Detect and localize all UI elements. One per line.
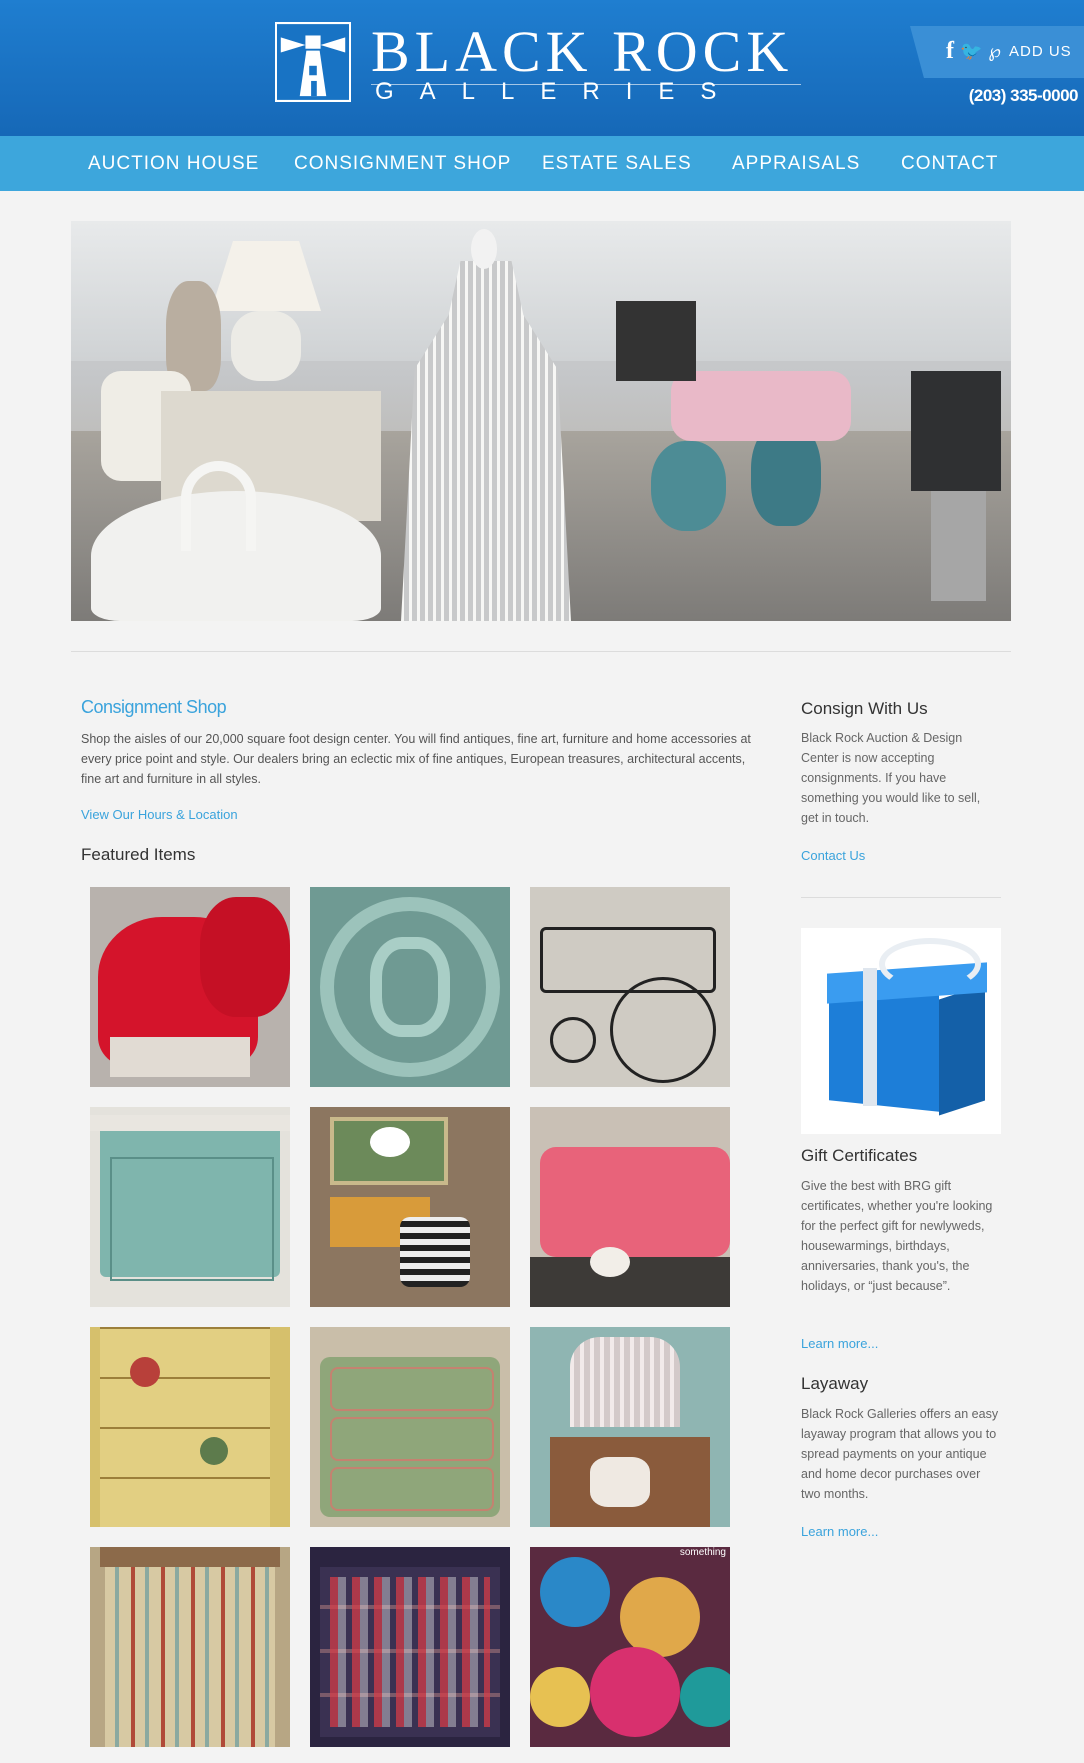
consign-description: Black Rock Auction & Design Center is no…	[801, 731, 981, 825]
featured-item-red-chairs[interactable]	[90, 887, 290, 1087]
nav-item-contact[interactable]: CONTACT	[901, 136, 998, 191]
facebook-icon[interactable]: f	[946, 38, 954, 65]
featured-item-coral-birdcage[interactable]	[530, 1327, 730, 1527]
section-description: Shop the aisles of our 20,000 square foo…	[81, 732, 751, 786]
gift-learn-more-link[interactable]: Learn more...	[801, 1336, 1001, 1351]
layaway-learn-more-link[interactable]: Learn more...	[801, 1524, 1001, 1539]
twitter-icon[interactable]: 🐦	[960, 41, 982, 62]
add-us-label[interactable]: ADD US	[1009, 43, 1072, 60]
featured-item-blue-cabinet[interactable]	[90, 1107, 290, 1307]
featured-item-ornament-shelves[interactable]	[310, 1547, 510, 1747]
hero-image	[71, 221, 1011, 621]
featured-item-painted-chest[interactable]	[310, 1327, 510, 1527]
ornament-caption: something	[679, 1547, 726, 1558]
nav-item-estate-sales[interactable]: ESTATE SALES	[542, 136, 692, 191]
brand-subtitle: GALLERIES	[375, 78, 743, 105]
nav-item-appraisals[interactable]: APPRAISALS	[732, 136, 860, 191]
featured-items-title: Featured Items	[81, 845, 196, 864]
layaway-description: Black Rock Galleries offers an easy laya…	[801, 1407, 999, 1501]
main-nav: AUCTION HOUSE CONSIGNMENT SHOP ESTATE SA…	[0, 136, 1084, 191]
lighthouse-icon	[275, 22, 351, 102]
featured-item-croquet-set[interactable]	[90, 1547, 290, 1747]
gift-certificates-description: Give the best with BRG gift certificates…	[801, 1179, 993, 1293]
featured-item-christmas-ornaments[interactable]: something	[530, 1547, 730, 1747]
featured-item-chinoiserie-secretary[interactable]	[90, 1327, 290, 1527]
social-ribbon: f 🐦 ℘ ADD US	[910, 26, 1084, 78]
sidebar-divider	[801, 897, 1001, 898]
nav-item-auction-house[interactable]: AUCTION HOUSE	[88, 136, 259, 191]
hours-location-link[interactable]: View Our Hours & Location	[81, 807, 238, 822]
contact-us-link[interactable]: Contact Us	[801, 848, 1001, 863]
nav-item-consignment-shop[interactable]: CONSIGNMENT SHOP	[294, 136, 511, 191]
gift-certificates-title: Gift Certificates	[801, 1146, 918, 1165]
consign-title: Consign With Us	[801, 699, 928, 718]
featured-item-teal-scrollwork[interactable]	[310, 887, 510, 1087]
layaway-title: Layaway	[801, 1374, 869, 1393]
site-logo[interactable]: BLACK ROCK GALLERIES	[275, 19, 805, 110]
featured-item-mid-century-room[interactable]	[310, 1107, 510, 1307]
featured-item-tea-cart[interactable]	[530, 887, 730, 1087]
brand-title: BLACK ROCK	[371, 19, 794, 84]
featured-item-pink-sofa[interactable]	[530, 1107, 730, 1307]
gift-box-image	[801, 928, 1001, 1134]
section-title: Consignment Shop	[81, 697, 227, 717]
site-header: BLACK ROCK GALLERIES f 🐦 ℘ ADD US (203) …	[0, 0, 1084, 136]
hero-divider	[71, 651, 1011, 652]
pinterest-icon[interactable]: ℘	[988, 41, 1001, 62]
phone-number: (203) 335-0000	[968, 86, 1079, 105]
